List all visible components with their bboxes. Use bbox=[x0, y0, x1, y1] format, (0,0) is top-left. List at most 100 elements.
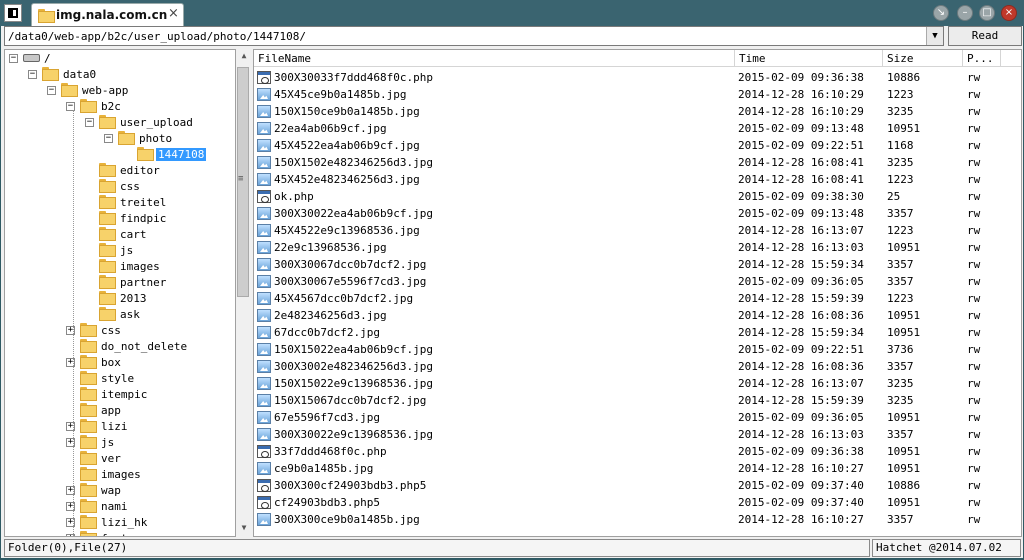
file-row[interactable]: ok.php 2015-02-09 09:38:30 25 rw bbox=[254, 188, 1021, 205]
path-combobox[interactable]: ▼ bbox=[4, 26, 944, 46]
file-permissions: rw bbox=[967, 207, 981, 220]
file-row[interactable]: 300X30022e9c13968536.jpg 2014-12-28 16:13… bbox=[254, 426, 1021, 443]
file-time: 2015-02-09 09:36:38 bbox=[738, 71, 864, 84]
tree-node[interactable]: web-app bbox=[61, 83, 130, 99]
column-header-filename[interactable]: FileName bbox=[254, 50, 735, 67]
file-row[interactable]: 300X30067dcc0b7dcf2.jpg 2014-12-28 15:59:… bbox=[254, 256, 1021, 273]
file-permissions: rw bbox=[967, 428, 981, 441]
file-row[interactable]: 300X30067e5596f7cd3.jpg 2015-02-09 09:36:… bbox=[254, 273, 1021, 290]
tree-node[interactable]: js bbox=[80, 435, 116, 451]
file-row[interactable]: 45X4522e9c13968536.jpg 2014-12-28 16:13:0… bbox=[254, 222, 1021, 239]
column-header-time[interactable]: Time bbox=[735, 50, 883, 67]
tree-node[interactable]: partner bbox=[99, 275, 168, 291]
folder-icon bbox=[99, 259, 116, 273]
folder-icon bbox=[99, 243, 116, 257]
collapse-icon[interactable]: − bbox=[47, 86, 56, 95]
file-row[interactable]: 45X452e482346256d3.jpg 2014-12-28 16:08:4… bbox=[254, 171, 1021, 188]
folder-icon bbox=[61, 83, 78, 97]
column-header-permissions[interactable]: P... bbox=[963, 50, 1001, 67]
image-file-icon bbox=[257, 275, 271, 288]
tree-node[interactable]: b2c bbox=[80, 99, 123, 115]
tree-node-label: treitel bbox=[120, 196, 167, 209]
close-button[interactable]: × bbox=[1001, 5, 1017, 21]
file-permissions: rw bbox=[967, 275, 981, 288]
file-row[interactable]: 300X30033f7ddd468f0c.php 2015-02-09 09:36… bbox=[254, 69, 1021, 86]
collapse-icon[interactable]: − bbox=[104, 134, 113, 143]
tree-node[interactable]: images bbox=[99, 259, 162, 275]
tree-node[interactable]: photo bbox=[118, 131, 174, 147]
tree-node[interactable]: lizi_hk bbox=[80, 515, 149, 531]
file-row[interactable]: 300X300cf24903bdb3.php5 2015-02-09 09:37:… bbox=[254, 477, 1021, 494]
tree-node[interactable]: treitel bbox=[99, 195, 168, 211]
read-button[interactable]: Read bbox=[948, 26, 1022, 46]
file-row[interactable]: 22ea4ab06b9cf.jpg 2015-02-09 09:13:48 1095… bbox=[254, 120, 1021, 137]
file-row[interactable]: 150X15022ea4ab06b9cf.jpg 2015-02-09 09:22… bbox=[254, 341, 1021, 358]
collapse-icon[interactable]: − bbox=[28, 70, 37, 79]
file-permissions: rw bbox=[967, 394, 981, 407]
tree-node[interactable]: lizi bbox=[80, 419, 130, 435]
file-row[interactable]: cf24903bdb3.php5 2015-02-09 09:37:40 10951… bbox=[254, 494, 1021, 511]
file-row[interactable]: 33f7ddd468f0c.php 2015-02-09 09:36:38 1095… bbox=[254, 443, 1021, 460]
tree-node[interactable]: editor bbox=[99, 163, 162, 179]
file-row[interactable]: 150X15067dcc0b7dcf2.jpg 2014-12-28 15:59:… bbox=[254, 392, 1021, 409]
file-row[interactable]: 45X45ce9b0a1485b.jpg 2014-12-28 16:10:29 1… bbox=[254, 86, 1021, 103]
collapse-icon[interactable]: − bbox=[85, 118, 94, 127]
app-menu-icon[interactable] bbox=[4, 4, 22, 22]
file-row[interactable]: 67dcc0b7dcf2.jpg 2014-12-28 15:59:34 10951… bbox=[254, 324, 1021, 341]
tree-node[interactable]: nami bbox=[80, 499, 130, 515]
file-row[interactable]: 67e5596f7cd3.jpg 2015-02-09 09:36:05 10951… bbox=[254, 409, 1021, 426]
image-file-icon bbox=[257, 122, 271, 135]
tree-node[interactable]: images bbox=[80, 467, 143, 483]
tree-node[interactable]: user_upload bbox=[99, 115, 195, 131]
tree-node[interactable]: data0 bbox=[42, 67, 98, 83]
splitter-grip-icon[interactable]: ≡ bbox=[238, 174, 243, 184]
tree-node[interactable]: wap bbox=[80, 483, 123, 499]
file-row[interactable]: 22e9c13968536.jpg 2014-12-28 16:13:03 1095… bbox=[254, 239, 1021, 256]
tree-node[interactable]: ask bbox=[99, 307, 142, 323]
maximize-button[interactable]: □ bbox=[979, 5, 995, 21]
file-permissions: rw bbox=[967, 224, 981, 237]
minimize-button[interactable]: – bbox=[957, 5, 973, 21]
collapse-icon[interactable]: − bbox=[9, 54, 18, 63]
path-input[interactable] bbox=[5, 27, 925, 45]
tree-node[interactable]: js bbox=[99, 243, 135, 259]
scroll-down-icon[interactable]: ▼ bbox=[237, 523, 251, 532]
file-row[interactable]: ce9b0a1485b.jpg 2014-12-28 16:10:27 10951 r… bbox=[254, 460, 1021, 477]
file-row[interactable]: 300X3002e482346256d3.jpg 2014-12-28 16:08… bbox=[254, 358, 1021, 375]
tree-node[interactable]: itempic bbox=[80, 387, 149, 403]
tree-node[interactable]: cart bbox=[99, 227, 149, 243]
tree-node[interactable]: / bbox=[23, 51, 53, 67]
tree-node[interactable]: box bbox=[80, 355, 123, 371]
file-row[interactable]: 150X15022e9c13968536.jpg 2014-12-28 16:13… bbox=[254, 375, 1021, 392]
file-size: 10951 bbox=[887, 122, 921, 135]
restore-icon[interactable]: ↘ bbox=[933, 5, 949, 21]
status-credit: Hatchet @2014.07.02 bbox=[872, 539, 1021, 557]
tree-node[interactable]: font bbox=[80, 531, 130, 536]
tree-node[interactable]: css bbox=[99, 179, 142, 195]
column-header-size[interactable]: Size bbox=[883, 50, 963, 67]
tree-node[interactable]: findpic bbox=[99, 211, 168, 227]
file-row[interactable]: 45X4522ea4ab06b9cf.jpg 2015-02-09 09:22:5… bbox=[254, 137, 1021, 154]
tree-node[interactable]: app bbox=[80, 403, 123, 419]
tree-node[interactable]: css bbox=[80, 323, 123, 339]
file-size: 10951 bbox=[887, 496, 921, 509]
tree-node[interactable]: ver bbox=[80, 451, 123, 467]
tree-node[interactable]: 2013 bbox=[99, 291, 149, 307]
tree-node[interactable]: style bbox=[80, 371, 136, 387]
file-permissions: rw bbox=[967, 360, 981, 373]
tree-node[interactable]: do_not_delete bbox=[80, 339, 189, 355]
tree-scrollbar[interactable]: ▲ ≡ ▼ bbox=[237, 49, 251, 537]
file-row[interactable]: 300X300ce9b0a1485b.jpg 2014-12-28 16:10:2… bbox=[254, 511, 1021, 528]
file-row[interactable]: 300X30022ea4ab06b9cf.jpg 2015-02-09 09:13… bbox=[254, 205, 1021, 222]
tab-close-icon[interactable]: × bbox=[168, 6, 179, 21]
file-row[interactable]: 150X1502e482346256d3.jpg 2014-12-28 16:08… bbox=[254, 154, 1021, 171]
file-row[interactable]: 2e482346256d3.jpg 2014-12-28 16:08:36 1095… bbox=[254, 307, 1021, 324]
file-row[interactable]: 150X150ce9b0a1485b.jpg 2014-12-28 16:10:2… bbox=[254, 103, 1021, 120]
chevron-down-icon[interactable]: ▼ bbox=[926, 27, 943, 45]
tree-node[interactable]: 1447108 bbox=[137, 147, 207, 163]
file-size: 10886 bbox=[887, 71, 921, 84]
tab-site[interactable]: img.nala.com.cn × bbox=[31, 3, 184, 26]
file-name: 45X4522e9c13968536.jpg bbox=[274, 224, 420, 237]
file-row[interactable]: 45X4567dcc0b7dcf2.jpg 2014-12-28 15:59:39… bbox=[254, 290, 1021, 307]
scroll-up-icon[interactable]: ▲ bbox=[237, 51, 251, 60]
